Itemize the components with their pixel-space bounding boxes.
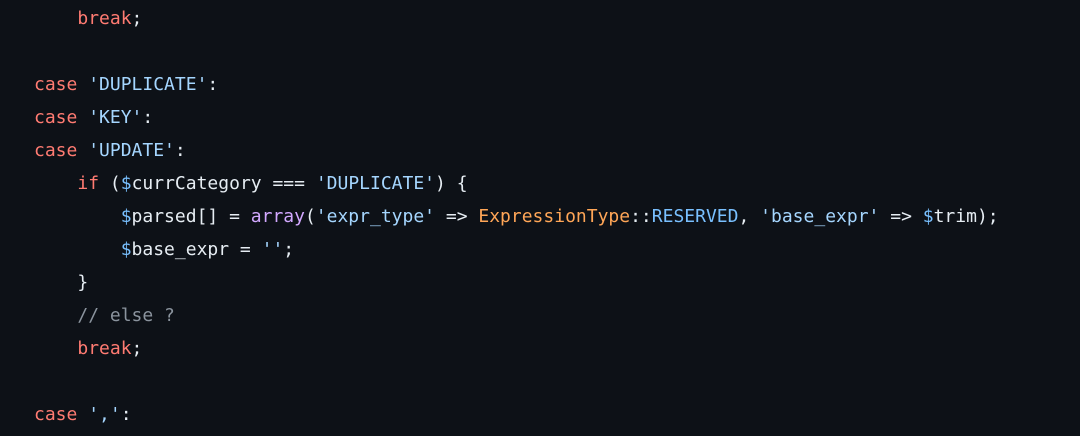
arrow-operator: => xyxy=(435,206,479,227)
keyword-break: break xyxy=(77,338,132,359)
colon: : xyxy=(174,140,186,161)
string-literal: 'UPDATE' xyxy=(88,140,175,161)
variable-name: base_expr xyxy=(131,239,230,260)
semicolon: ; xyxy=(283,239,295,260)
variable-name: currCategory xyxy=(131,173,262,194)
code-viewer: break; case 'DUPLICATE': case 'KEY': cas… xyxy=(0,0,1080,436)
code-line-close-brace: } xyxy=(34,266,88,299)
code-line-parsed-array: $parsed[] = array('expr_type' => Express… xyxy=(34,200,999,233)
code-line-comment: // else ? xyxy=(34,299,175,332)
variable-sigil: $ xyxy=(120,206,132,227)
comma: , xyxy=(738,206,761,227)
code-line-if: if ($currCategory === 'DUPLICATE') { xyxy=(34,167,468,200)
code-line-case-key: case 'KEY': xyxy=(34,101,153,134)
keyword-if: if xyxy=(77,173,100,194)
keyword-case: case xyxy=(34,404,78,425)
string-literal: 'base_expr' xyxy=(760,206,880,227)
function-name: array xyxy=(250,206,305,227)
code-line-break-2: break; xyxy=(34,332,142,365)
code-line-case-update: case 'UPDATE': xyxy=(34,134,186,167)
arrow-operator: => xyxy=(879,206,923,227)
variable-name: trim xyxy=(933,206,977,227)
variable-sigil: $ xyxy=(120,239,132,260)
string-literal: '' xyxy=(261,239,284,260)
variable-sigil: $ xyxy=(922,206,934,227)
scope-operator: :: xyxy=(630,206,652,227)
variable-sigil: $ xyxy=(120,173,132,194)
string-literal: ',' xyxy=(88,404,121,425)
code-line-base-expr: $base_expr = ''; xyxy=(34,233,294,266)
constant-name: RESERVED xyxy=(651,206,739,227)
code-line-case-comma: case ',': xyxy=(34,398,132,431)
paren-close: ) { xyxy=(435,173,468,194)
class-name: ExpressionType xyxy=(478,206,631,227)
keyword-case: case xyxy=(34,140,78,161)
string-literal: 'DUPLICATE' xyxy=(315,173,436,194)
variable-name: parsed xyxy=(131,206,197,227)
operator: === xyxy=(261,173,316,194)
punctuation: [] = xyxy=(196,206,251,227)
keyword-break: break xyxy=(77,8,132,29)
paren-open: ( xyxy=(99,173,121,194)
keyword-case: case xyxy=(34,107,78,128)
string-literal: 'expr_type' xyxy=(315,206,436,227)
paren-open: ( xyxy=(304,206,316,227)
colon: : xyxy=(207,74,219,95)
semicolon: ; xyxy=(131,338,143,359)
operator: = xyxy=(229,239,262,260)
code-line-case-duplicate: case 'DUPLICATE': xyxy=(34,68,218,101)
statement-end: ); xyxy=(976,206,999,227)
code-line-break-1: break; xyxy=(34,2,142,35)
string-literal: 'KEY' xyxy=(88,107,143,128)
colon: : xyxy=(120,404,132,425)
semicolon: ; xyxy=(131,8,143,29)
string-literal: 'DUPLICATE' xyxy=(88,74,208,95)
keyword-case: case xyxy=(34,74,78,95)
comment: // else ? xyxy=(77,305,175,326)
brace-close: } xyxy=(77,272,89,293)
colon: : xyxy=(142,107,154,128)
